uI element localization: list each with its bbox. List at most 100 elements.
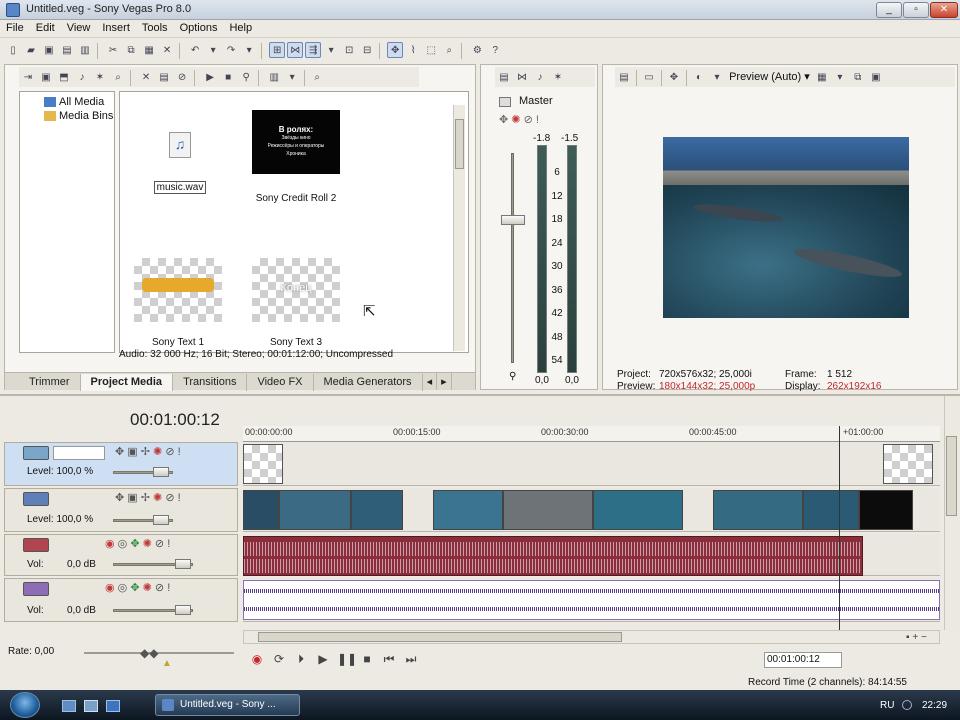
track-header-audio-2[interactable]: ◉ ◎ ✥ ✺ ⊘ ! Vol: 0,0 dB <box>4 578 238 622</box>
open-icon[interactable]: ▰ <box>23 42 39 58</box>
audio-track-2-lane[interactable] <box>243 578 940 622</box>
undo-icon[interactable]: ↶ <box>187 42 203 58</box>
bus-mute-icon[interactable]: ⊘ <box>524 114 533 126</box>
rate-slider[interactable] <box>84 652 234 654</box>
audio-event[interactable] <box>243 536 863 576</box>
mixer-fx-icon[interactable]: ✶ <box>550 69 566 85</box>
zoom-tool-icon[interactable]: − <box>921 632 927 643</box>
external-monitor-icon[interactable]: ▭ <box>641 69 657 85</box>
auto-crossfade-icon[interactable]: ⋈ <box>287 42 304 58</box>
go-to-start-button[interactable]: ⏮ <box>380 650 398 668</box>
music-audio-event[interactable] <box>243 580 940 620</box>
stop-button[interactable]: ■ <box>358 650 376 668</box>
track-fx-icon[interactable]: ✺ <box>153 492 162 504</box>
media-item-text-3[interactable]: Конец Sony Text 3 <box>252 258 340 348</box>
scroll-thumb[interactable] <box>455 119 464 169</box>
paste-icon[interactable]: ▦ <box>141 42 157 58</box>
split-screen-icon[interactable]: ◐ <box>691 69 707 85</box>
tab-media-generators[interactable]: Media Generators <box>314 374 423 391</box>
video-track-1-lane[interactable] <box>243 442 940 486</box>
whats-this-icon[interactable]: ? <box>487 42 503 58</box>
zoom-tool-icon[interactable]: ⌕ <box>441 42 457 58</box>
minimize-button[interactable]: _ <box>876 2 902 18</box>
scroll-thumb[interactable] <box>258 632 622 642</box>
credit-roll-event[interactable] <box>859 490 913 530</box>
video-event[interactable] <box>279 490 351 530</box>
text-event[interactable] <box>883 444 933 484</box>
save-snapshot-icon[interactable]: ▣ <box>868 69 884 85</box>
slider-knob[interactable] <box>153 467 169 477</box>
track-header-video-2[interactable]: ✥ ▣ ✢ ✺ ⊘ ! Level: 100,0 % <box>4 488 238 532</box>
dim-output-icon[interactable]: ♪ <box>532 69 548 85</box>
record-button[interactable]: ◉ <box>248 650 266 668</box>
tab-video-fx[interactable]: Video FX <box>247 374 314 391</box>
clean-project-icon[interactable]: ⊘ <box>174 69 190 85</box>
new-icon[interactable]: ▯ <box>5 42 21 58</box>
menu-view[interactable]: View <box>61 20 97 34</box>
master-fader-track[interactable] <box>511 153 514 363</box>
invert-phase-icon[interactable]: ◎ <box>118 538 128 550</box>
close-button[interactable]: ✕ <box>930 2 958 18</box>
redo-dropdown-icon[interactable]: ▾ <box>241 42 257 58</box>
mute-icon[interactable]: ⊘ <box>165 446 174 458</box>
save-as-icon[interactable]: ▤ <box>59 42 75 58</box>
solo-icon[interactable]: ! <box>167 582 170 594</box>
menu-help[interactable]: Help <box>223 20 258 34</box>
bypass-icon[interactable]: ▣ <box>127 446 137 458</box>
ripple-dropdown-icon[interactable]: ▾ <box>323 42 339 58</box>
quick-launch-icon[interactable] <box>106 700 120 712</box>
media-item-credit-roll[interactable]: В ролях: Звёзды кино Режиссёры и операто… <box>252 110 340 204</box>
video-event[interactable] <box>593 490 683 530</box>
extract-audio-icon[interactable]: ♪ <box>74 69 90 85</box>
mute-icon[interactable]: ⊘ <box>165 492 174 504</box>
track-fx-icon[interactable]: ✺ <box>143 538 152 550</box>
network-tray-icon[interactable] <box>902 700 912 710</box>
video-event[interactable] <box>503 490 593 530</box>
split-dropdown-icon[interactable]: ▾ <box>709 69 725 85</box>
remove-media-icon[interactable]: ✕ <box>138 69 154 85</box>
bus-track-motion-icon[interactable]: ✥ <box>499 114 508 126</box>
system-clock[interactable]: 22:29 <box>922 700 947 711</box>
preview-quality-dropdown[interactable]: Preview (Auto) ▾ <box>729 67 810 83</box>
bus-solo-icon[interactable]: ! <box>536 114 539 126</box>
compositing-icon[interactable]: ✢ <box>141 492 150 504</box>
import-media-icon[interactable]: ⇥ <box>20 69 36 85</box>
preview-properties-icon[interactable]: ▤ <box>616 69 632 85</box>
views-icon[interactable]: ▥ <box>266 69 282 85</box>
envelope-tool-icon[interactable]: ⌇ <box>405 42 421 58</box>
maximize-button[interactable]: ▫ <box>903 2 929 18</box>
auto-preview-icon[interactable]: ⚲ <box>238 69 254 85</box>
video-event[interactable] <box>243 490 279 530</box>
video-event[interactable] <box>803 490 859 530</box>
overlays-icon[interactable]: ▦ <box>814 69 830 85</box>
slider-knob[interactable] <box>175 605 191 615</box>
tree-item-all-media[interactable]: All Media <box>44 96 104 108</box>
copy-icon[interactable]: ⧉ <box>123 42 139 58</box>
stop-media-icon[interactable]: ■ <box>220 69 236 85</box>
tab-transitions[interactable]: Transitions <box>173 374 248 391</box>
video-event[interactable] <box>713 490 803 530</box>
normal-edit-tool-icon[interactable]: ✥ <box>387 42 404 58</box>
menu-options[interactable]: Options <box>174 20 224 34</box>
track-fx-icon[interactable]: ✺ <box>153 446 162 458</box>
slider-knob[interactable] <box>153 515 169 525</box>
track-name-field[interactable] <box>53 446 105 460</box>
media-properties-icon[interactable]: ▤ <box>156 69 172 85</box>
bus-fx-icon[interactable]: ✺ <box>511 114 520 126</box>
snapping-icon[interactable]: ⊞ <box>269 42 286 58</box>
track-header-audio-1[interactable]: ◉ ◎ ✥ ✺ ⊘ ! Vol: 0,0 dB <box>4 534 238 576</box>
go-to-end-button[interactable]: ⏭ <box>402 650 420 668</box>
menu-file[interactable]: File <box>0 20 30 34</box>
timeline-cursor[interactable] <box>839 426 840 630</box>
properties-icon[interactable]: ⚙ <box>469 42 485 58</box>
overlays-dropdown-icon[interactable]: ▾ <box>832 69 848 85</box>
media-list-scrollbar[interactable] <box>453 105 465 351</box>
save-icon[interactable]: ▣ <box>41 42 57 58</box>
invert-phase-icon[interactable]: ◎ <box>118 582 128 594</box>
start-button[interactable] <box>10 692 40 718</box>
menu-insert[interactable]: Insert <box>96 20 136 34</box>
compositing-icon[interactable]: ✢ <box>141 446 150 458</box>
solo-icon[interactable]: ! <box>167 538 170 550</box>
timeline-ruler[interactable]: 00:00:00:00 00:00:15:00 00:00:30:00 00:0… <box>243 426 940 442</box>
arm-record-icon[interactable]: ◉ <box>105 582 115 594</box>
